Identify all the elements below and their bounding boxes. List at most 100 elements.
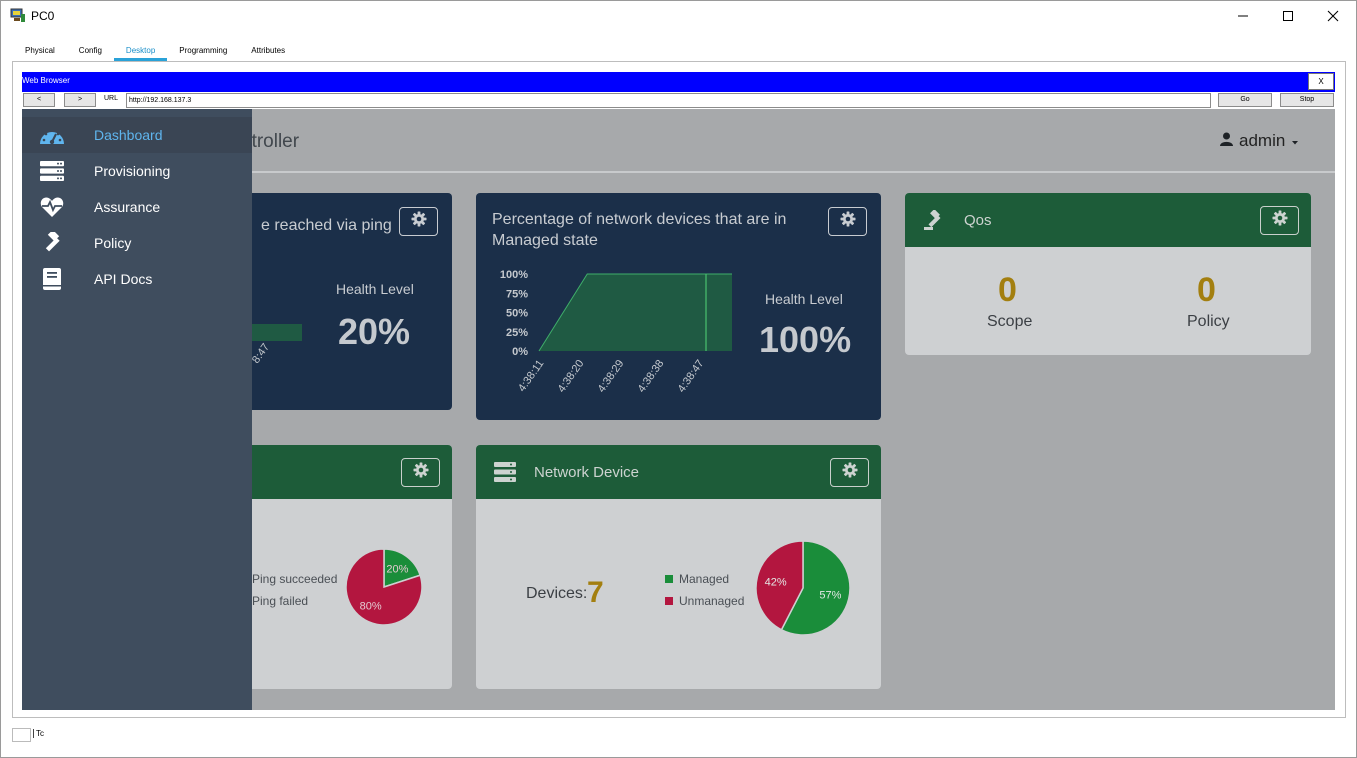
pie-slice-label: 80% (360, 600, 382, 612)
web-browser-close-button[interactable]: X (1308, 73, 1334, 90)
ping-reach-health-value: 20% (338, 311, 411, 352)
stop-button[interactable]: Stop (1280, 93, 1334, 107)
forward-button[interactable]: > (64, 93, 96, 107)
ping-reach-x-tick: 8:47 (250, 341, 273, 366)
managed-state-title-line1: Percentage of network devices that are i… (492, 211, 787, 228)
web-browser-title: Web Browser (22, 76, 70, 85)
book-icon (39, 268, 65, 290)
tab-programming[interactable]: Programming (167, 42, 240, 61)
tab-desktop[interactable]: Desktop (113, 42, 168, 61)
sidebar-item-api-docs[interactable]: API Docs (22, 261, 252, 297)
managed-state-health-value: 100% (759, 319, 852, 360)
managed-state-title-line2: Managed state (492, 232, 598, 249)
managed-state-area-chart: 100% 75% 50% 25% 0%4:38:11 4:38:20 4:38:29 4:38… (500, 269, 732, 395)
legend-swatch (665, 597, 673, 605)
url-label: URL (104, 95, 119, 102)
managed-state-health-label: Health Level (765, 291, 843, 307)
maximize-button[interactable] (1265, 1, 1311, 30)
tab-config[interactable]: Config (66, 42, 114, 61)
user-name: admin (1239, 131, 1286, 150)
x-tick-label: 4:38:38 (636, 358, 667, 395)
sidebar: Dashboard Provisioning Assurance Policy … (22, 109, 252, 710)
user-icon (1220, 131, 1233, 151)
qos-policy-value: 0 (1197, 271, 1216, 309)
managed-state-title: Percentage of network devices that are i… (492, 209, 786, 251)
managed-state-card: Percentage of network devices that are i… (476, 193, 881, 420)
x-tick-label: 4:38:11 (516, 358, 546, 394)
host-settings-button[interactable] (401, 458, 440, 487)
legend-ping-succeeded: Ping succeeded (238, 572, 337, 586)
status-box (12, 728, 31, 742)
sidebar-item-label: Provisioning (94, 163, 171, 179)
browser-viewport: ntroller admin e reached via ping 8:47 H… (22, 109, 1335, 710)
sidebar-item-label: Dashboard (94, 127, 163, 143)
managed-state-settings-button[interactable] (828, 207, 867, 236)
gear-icon (413, 462, 429, 483)
legend-label: Managed (679, 572, 730, 586)
qos-settings-button[interactable] (1260, 206, 1299, 235)
x-tick-label: 4:38:47 (676, 358, 707, 395)
title-bar: PC0 (1, 1, 1356, 30)
close-window-button[interactable] (1310, 1, 1356, 30)
sidebar-item-dashboard[interactable]: Dashboard (22, 117, 252, 153)
qos-card-title: Qos (964, 212, 992, 229)
minimize-button[interactable] (1220, 1, 1266, 30)
legend-unmanaged: Unmanaged (665, 594, 744, 608)
ping-reach-health-label: Health Level (336, 281, 414, 297)
gear-icon (411, 211, 427, 232)
ping-reach-title: e reached via ping (261, 217, 392, 234)
x-tick-label: 4:38:20 (556, 358, 587, 395)
tab-attributes[interactable]: Attributes (239, 42, 298, 61)
y-tick-label: 50% (506, 308, 528, 320)
dashboard-icon (39, 124, 65, 146)
qos-scope-value: 0 (998, 271, 1017, 309)
back-button[interactable]: < (23, 93, 55, 107)
y-tick-label: 75% (506, 288, 528, 300)
y-tick-label: 100% (500, 269, 528, 281)
ping-reach-settings-button[interactable] (399, 207, 438, 236)
server-icon (39, 160, 65, 182)
ping-reach-area-segment (252, 324, 302, 341)
devices-label: Devices: (526, 585, 588, 602)
y-tick-label: 0% (512, 346, 528, 358)
device-pie-chart: 57% 42% (756, 541, 851, 636)
sidebar-item-policy[interactable]: Policy (22, 225, 252, 261)
network-device-settings-button[interactable] (830, 458, 869, 487)
web-browser-titlebar: Web Browser X (22, 72, 1335, 92)
server-icon (494, 462, 516, 487)
go-button[interactable]: Go (1218, 93, 1272, 107)
sidebar-item-label: API Docs (94, 271, 153, 287)
user-menu[interactable]: admin (1220, 131, 1299, 151)
devices-count: 7 (587, 576, 604, 609)
gear-icon (1272, 210, 1288, 231)
qos-card-header: Qos (905, 193, 1311, 247)
legend-label: Ping succeeded (252, 572, 338, 586)
qos-policy-label: Policy (1187, 313, 1230, 330)
status-text: Tc (33, 729, 44, 738)
sidebar-item-provisioning[interactable]: Provisioning (22, 153, 252, 189)
url-input[interactable]: http://192.168.137.3 (126, 93, 1211, 108)
browser-nav-row: < > URL http://192.168.137.3 Go Stop (22, 93, 1335, 108)
network-device-card: Network Device Devices: 7 Managed Unmana… (476, 445, 881, 689)
y-tick-label: 25% (506, 327, 528, 339)
gavel-icon (923, 209, 945, 237)
window-title: PC0 (31, 9, 55, 23)
sidebar-item-assurance[interactable]: Assurance (22, 189, 252, 225)
pc-app-icon (10, 8, 26, 24)
legend-swatch (665, 575, 673, 583)
caret-down-icon (1291, 131, 1299, 151)
heart-pulse-icon (39, 196, 65, 218)
qos-card: Qos 0 Scope 0 Policy (905, 193, 1311, 355)
pie-slice-label: 57% (819, 590, 841, 602)
network-device-title: Network Device (534, 464, 640, 481)
tab-strip: Physical Config Desktop Programming Attr… (13, 42, 298, 61)
pie-slice-label: 20% (386, 564, 408, 576)
legend-managed: Managed (665, 572, 729, 586)
gear-icon (842, 462, 858, 483)
area-series (539, 274, 732, 351)
tab-physical[interactable]: Physical (13, 42, 67, 61)
legend-label: Ping failed (252, 594, 309, 608)
gear-icon (840, 211, 856, 232)
legend-label: Unmanaged (679, 594, 745, 608)
qos-scope-label: Scope (987, 313, 1033, 330)
